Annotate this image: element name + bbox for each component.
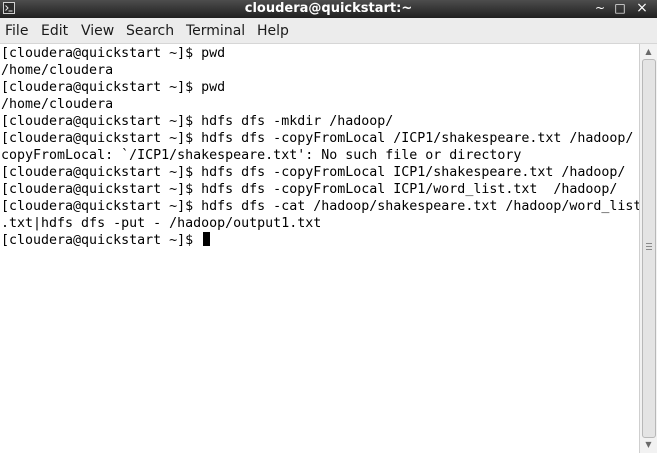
terminal-prompt: [cloudera@quickstart ~]$	[1, 233, 202, 248]
terminal-line: [cloudera@quickstart ~]$ hdfs dfs -copyF…	[1, 131, 634, 146]
terminal-prompt-line[interactable]: [cloudera@quickstart ~]$	[1, 232, 211, 249]
terminal-line: copyFromLocal: `/ICP1/shakespeare.txt': …	[1, 148, 522, 163]
terminal-window: cloudera@quickstart:~ ~ □ × File Edit Vi…	[0, 0, 657, 453]
terminal-line: [cloudera@quickstart ~]$ hdfs dfs -cat /…	[1, 199, 639, 214]
terminal-line: [cloudera@quickstart ~]$ pwd	[1, 80, 226, 95]
terminal-line: [cloudera@quickstart ~]$ hdfs dfs -copyF…	[1, 165, 626, 180]
scroll-up-arrow-icon[interactable]: ▲	[640, 45, 657, 59]
scroll-down-arrow-icon[interactable]: ▼	[640, 438, 657, 452]
grip-icon	[646, 243, 652, 250]
terminal-line: [cloudera@quickstart ~]$ hdfs dfs -copyF…	[1, 182, 618, 197]
menu-terminal[interactable]: Terminal	[186, 18, 245, 44]
terminal-line: /home/cloudera	[1, 97, 114, 112]
menu-edit[interactable]: Edit	[41, 18, 68, 44]
terminal-line: .txt|hdfs dfs -put - /hadoop/output1.txt	[1, 216, 322, 231]
close-button[interactable]: ×	[633, 0, 651, 18]
maximize-button[interactable]: □	[611, 0, 629, 18]
menu-search[interactable]: Search	[126, 18, 174, 44]
terminal-line: /home/cloudera	[1, 63, 114, 78]
terminal-output[interactable]: [cloudera@quickstart ~]$ pwd /home/cloud…	[0, 44, 639, 453]
text-cursor	[203, 232, 211, 246]
menu-view[interactable]: View	[81, 18, 114, 44]
terminal-line: [cloudera@quickstart ~]$ hdfs dfs -mkdir…	[1, 114, 394, 129]
menu-bar: File Edit View Search Terminal Help	[0, 18, 657, 44]
vertical-scrollbar[interactable]: ▲ ▼	[639, 44, 657, 453]
menu-help[interactable]: Help	[257, 18, 289, 44]
title-bar[interactable]: cloudera@quickstart:~ ~ □ ×	[0, 0, 657, 18]
minimize-button[interactable]: ~	[591, 0, 609, 18]
scroll-thumb[interactable]	[642, 59, 656, 438]
menu-file[interactable]: File	[5, 18, 28, 44]
window-title: cloudera@quickstart:~	[244, 1, 413, 16]
terminal-line: [cloudera@quickstart ~]$ pwd	[1, 46, 226, 61]
